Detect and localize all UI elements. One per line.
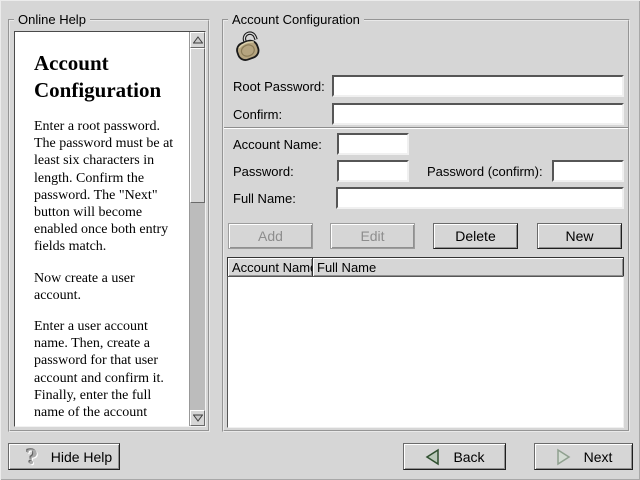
- scroll-up-button[interactable]: [190, 32, 205, 48]
- back-arrow-icon: [424, 448, 441, 466]
- edit-button[interactable]: Edit: [330, 223, 415, 249]
- column-header-full-name[interactable]: Full Name: [312, 257, 624, 277]
- back-button[interactable]: Back: [403, 443, 506, 470]
- online-help-frame: Online Help Account Configuration Enter …: [8, 19, 210, 432]
- root-password-input[interactable]: [332, 75, 624, 97]
- help-paragraph: Enter a user account name. Then, create …: [34, 318, 183, 421]
- scroll-down-icon: [193, 414, 203, 422]
- padlock-icon: [228, 30, 266, 66]
- account-name-label: Account Name:: [233, 137, 322, 152]
- full-name-input[interactable]: [336, 187, 624, 209]
- password-label: Password:: [233, 164, 294, 179]
- account-name-input[interactable]: [337, 133, 409, 155]
- question-mark-icon: ?: [26, 447, 38, 467]
- new-button[interactable]: New: [537, 223, 622, 249]
- help-viewport: Account Configuration Enter a root passw…: [14, 31, 206, 427]
- online-help-frame-label: Online Help: [14, 12, 90, 27]
- password-confirm-input[interactable]: [552, 160, 624, 182]
- help-paragraph: Now create a user account.: [34, 270, 183, 304]
- help-scrollbar[interactable]: [189, 32, 205, 426]
- account-configuration-frame-label: Account Configuration: [228, 12, 364, 27]
- root-password-label: Root Password:: [233, 79, 325, 94]
- hide-help-button[interactable]: ? Hide Help: [8, 443, 120, 470]
- scroll-down-button[interactable]: [190, 410, 205, 426]
- help-text: Account Configuration Enter a root passw…: [15, 32, 189, 426]
- delete-button-label: Delete: [455, 228, 495, 244]
- scroll-up-icon: [193, 36, 203, 44]
- installer-window: { "help": { "frame_label": "Online Help"…: [0, 0, 640, 480]
- section-separator: [224, 127, 628, 129]
- help-paragraph: Enter a root password. The password must…: [34, 118, 183, 256]
- back-button-label: Back: [453, 449, 484, 465]
- hide-help-button-label: Hide Help: [51, 449, 112, 465]
- new-button-label: New: [565, 228, 593, 244]
- confirm-password-input[interactable]: [332, 103, 624, 125]
- password-confirm-label: Password (confirm):: [427, 164, 543, 179]
- password-input[interactable]: [337, 160, 409, 182]
- add-button-label: Add: [258, 228, 283, 244]
- next-button-label: Next: [584, 449, 613, 465]
- account-configuration-frame: Account Configuration Root Password: Con…: [222, 19, 630, 432]
- scrollbar-thumb[interactable]: [190, 48, 205, 203]
- next-button[interactable]: Next: [534, 443, 633, 470]
- help-title: Account Configuration: [34, 50, 183, 104]
- confirm-label: Confirm:: [233, 107, 282, 122]
- user-list[interactable]: [227, 276, 624, 428]
- full-name-label: Full Name:: [233, 191, 296, 206]
- column-header-account-name[interactable]: Account Name: [227, 257, 313, 277]
- next-arrow-icon: [555, 448, 572, 466]
- edit-button-label: Edit: [360, 228, 384, 244]
- delete-button[interactable]: Delete: [433, 223, 518, 249]
- add-button[interactable]: Add: [228, 223, 313, 249]
